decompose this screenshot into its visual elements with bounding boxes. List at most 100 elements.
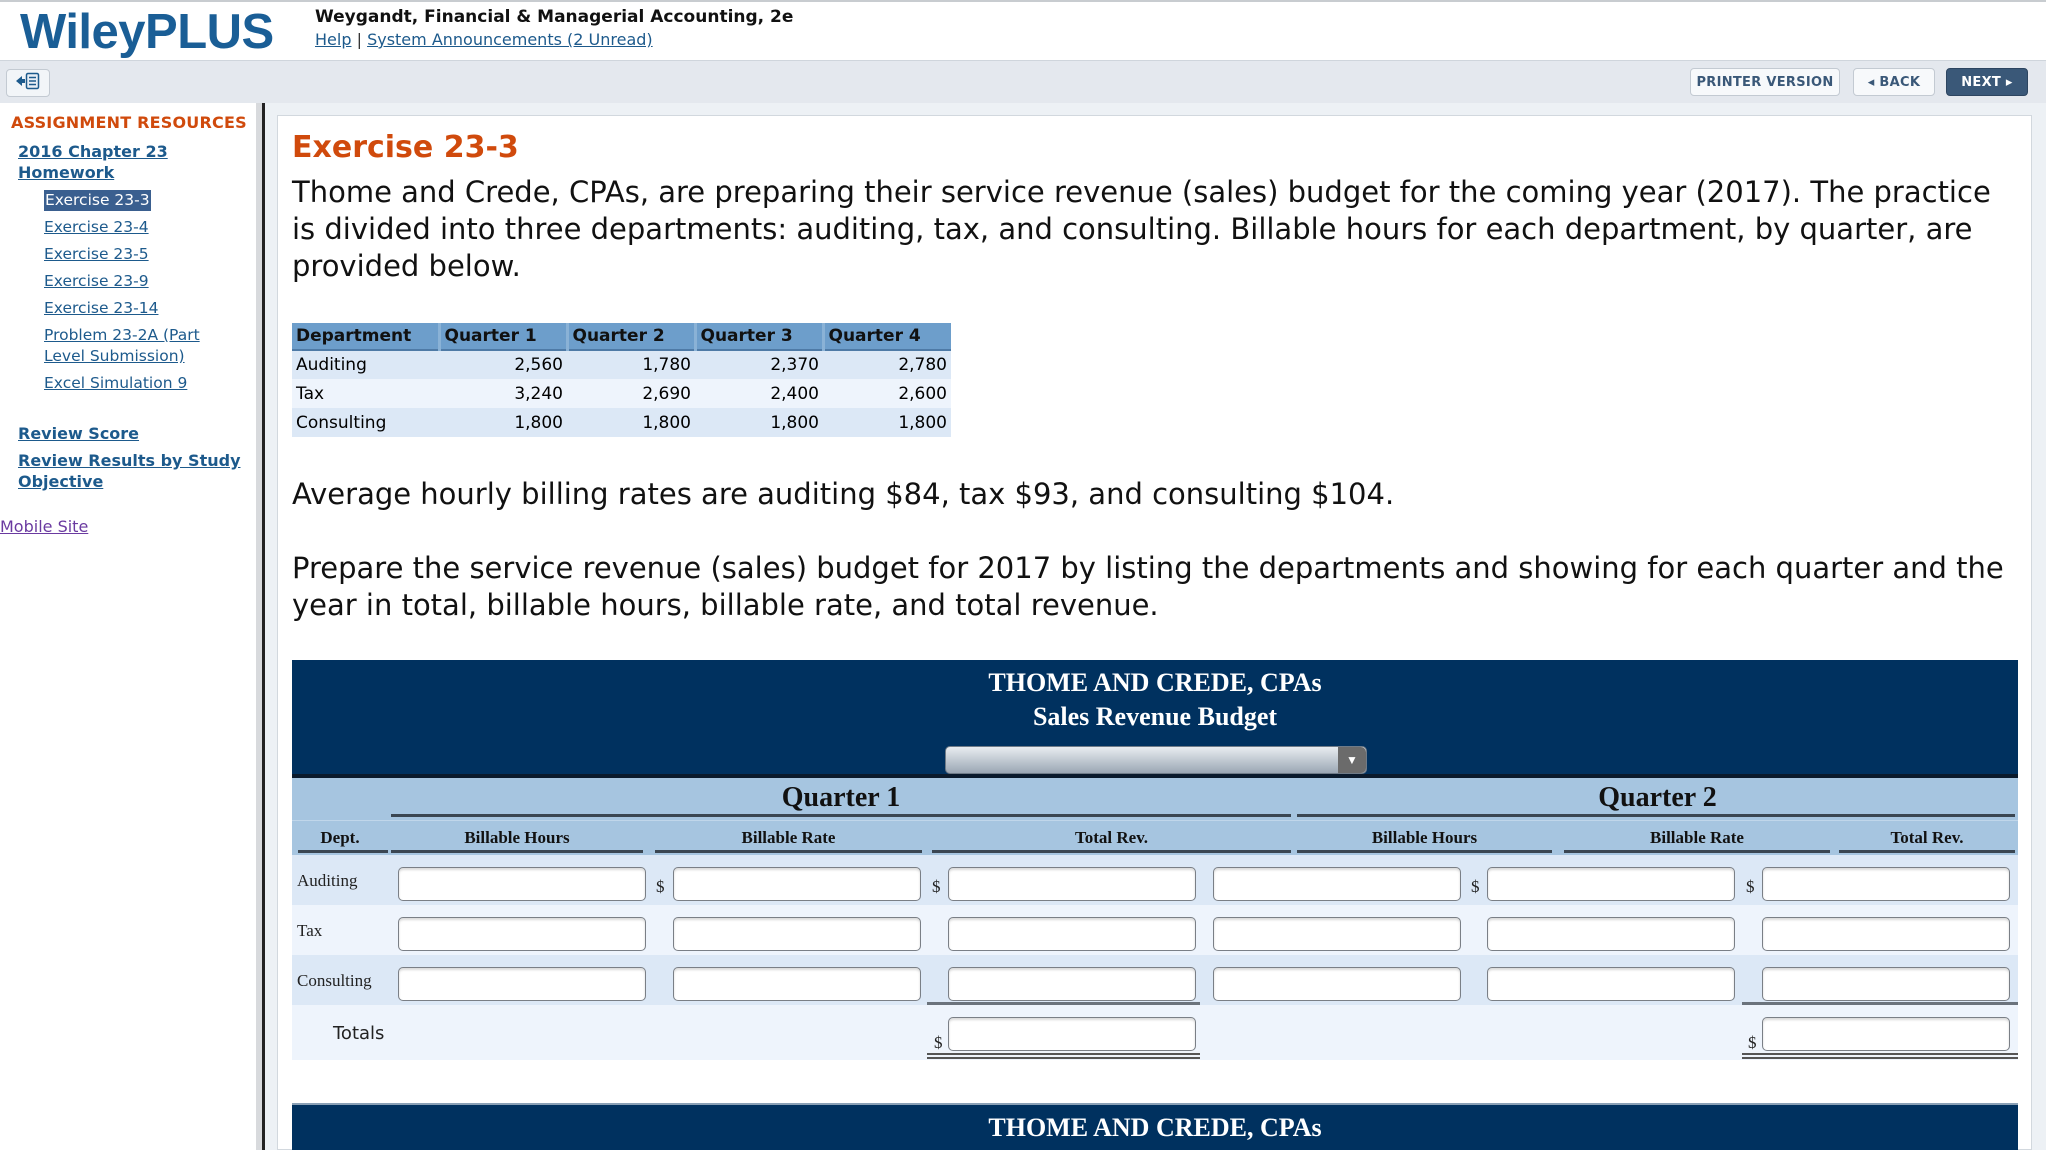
q1-consulting-rate-input[interactable] (673, 967, 921, 1001)
table-row: Tax 3,240 2,690 2,400 2,600 (292, 379, 951, 408)
announcements-link[interactable]: System Announcements (2 Unread) (367, 30, 653, 49)
wileyplus-logo[interactable]: WileyPLUS (20, 4, 274, 60)
q2-billable-hours-header: Billable Hours (1371, 828, 1478, 847)
currency-symbol: $ (1471, 877, 1480, 896)
rule (298, 850, 388, 853)
table-row: Consulting 1,800 1,800 1,800 1,800 (292, 408, 951, 437)
rule (1839, 850, 2015, 853)
printer-version-button[interactable]: PRINTER VERSION (1690, 68, 1840, 96)
table-cell: 2,400 (695, 379, 823, 408)
budget-row-tax: Tax (292, 905, 2018, 955)
q2-billable-rate-header: Billable Rate (1650, 828, 1744, 847)
table-cell: Consulting (292, 408, 439, 437)
q1-auditing-hours-input[interactable] (398, 867, 646, 901)
dept-header: Dept. (320, 828, 360, 847)
company-name: THOME AND CREDE, CPAs (988, 668, 1322, 697)
q1-consulting-total-input[interactable] (948, 967, 1196, 1001)
q2-auditing-rate-input[interactable] (1487, 867, 1735, 901)
table-cell: 1,800 (439, 408, 567, 437)
sidebar-item-problem-23-2a[interactable]: Problem 23-2A (Part Level Submission) (44, 325, 244, 367)
q1-tax-hours-input[interactable] (398, 917, 646, 951)
q1-consulting-hours-input[interactable] (398, 967, 646, 1001)
sidebar-item-exercise-23-5[interactable]: Exercise 23-5 (44, 244, 244, 265)
collapse-sidebar-button[interactable] (6, 69, 50, 97)
back-button[interactable]: ◂ BACK (1853, 68, 1935, 96)
table-cell: 2,690 (567, 379, 695, 408)
quarter-2-label: Quarter 2 (1598, 782, 1717, 813)
table-cell: 1,780 (567, 350, 695, 379)
sidebar-resize-handle[interactable] (256, 103, 265, 1150)
q2-tax-rate-input[interactable] (1487, 917, 1735, 951)
table-cell: 1,800 (695, 408, 823, 437)
review-results-link[interactable]: Review Results by Study Objective (18, 450, 248, 492)
column-header: Quarter 1 (437, 323, 567, 351)
q1-billable-rate-header: Billable Rate (741, 828, 836, 847)
q2-total-rev-header: Total Rev. (1890, 828, 1964, 847)
row-label: Tax (297, 921, 323, 940)
budget-row-consulting: Consulting (292, 955, 2018, 1005)
q2-tax-hours-input[interactable] (1213, 917, 1461, 951)
q2-consulting-total-input[interactable] (1762, 967, 2010, 1001)
rule (391, 850, 643, 853)
table-cell: 2,600 (823, 379, 951, 408)
sidebar-item-exercise-23-3[interactable]: Exercise 23-3 (44, 190, 151, 211)
company-name: THOME AND CREDE, CPAs (988, 1113, 1322, 1142)
column-header: Quarter 3 (693, 323, 823, 351)
currency-symbol: $ (1746, 877, 1755, 896)
rule (655, 850, 922, 853)
budget-header-2: THOME AND CREDE, CPAs (292, 1103, 2018, 1150)
sidebar-item-exercise-23-14[interactable]: Exercise 23-14 (44, 298, 244, 319)
sidebar-item-excel-simulation-9[interactable]: Excel Simulation 9 (44, 373, 244, 394)
totals-label: Totals (333, 1023, 385, 1044)
q1-total-revenue-input[interactable] (948, 1017, 1196, 1051)
budget-title: Sales Revenue Budget (1032, 702, 1278, 731)
budget-header: THOME AND CREDE, CPAs Sales Revenue Budg… (292, 660, 2018, 778)
q2-auditing-hours-input[interactable] (1213, 867, 1461, 901)
q2-tax-total-input[interactable] (1762, 917, 2010, 951)
quarter-header-row: Quarter 1 Quarter 2 (292, 778, 2018, 820)
currency-symbol: $ (656, 877, 665, 896)
q2-consulting-rate-input[interactable] (1487, 967, 1735, 1001)
sidebar-item-exercise-23-4[interactable]: Exercise 23-4 (44, 217, 244, 238)
currency-symbol: $ (1748, 1033, 1757, 1052)
sales-revenue-budget: THOME AND CREDE, CPAs Sales Revenue Budg… (292, 660, 2018, 1060)
q1-auditing-total-input[interactable] (948, 867, 1196, 901)
column-header-row: Dept. Billable Hours Billable Rate Total… (292, 820, 2018, 855)
review-score-link[interactable]: Review Score (18, 423, 248, 444)
sidebar-item-exercise-23-9[interactable]: Exercise 23-9 (44, 271, 244, 292)
q1-auditing-rate-input[interactable] (673, 867, 921, 901)
next-button[interactable]: NEXT ▸ (1946, 68, 2028, 96)
table-cell: 1,800 (567, 408, 695, 437)
q1-tax-rate-input[interactable] (673, 917, 921, 951)
table-header-row: Department Quarter 1 Quarter 2 Quarter 3… (292, 323, 951, 351)
row-label: Auditing (297, 871, 358, 890)
assignment-item-list: Exercise 23-3 Exercise 23-4 Exercise 23-… (44, 190, 244, 400)
sidebar: ASSIGNMENT RESOURCES 2016 Chapter 23 Hom… (0, 103, 256, 1150)
rule (1297, 814, 2015, 817)
help-link[interactable]: Help (315, 30, 351, 49)
assignment-link[interactable]: 2016 Chapter 23 Homework (18, 141, 218, 183)
rule (391, 814, 1291, 817)
q2-auditing-total-input[interactable] (1762, 867, 2010, 901)
q1-total-rev-header: Total Rev. (1074, 828, 1149, 847)
dropdown-arrow-icon: ▼ (1338, 747, 1366, 773)
q2-total-revenue-input[interactable] (1762, 1017, 2010, 1051)
mobile-site-link[interactable]: Mobile Site (0, 517, 88, 536)
table-cell: 2,560 (439, 350, 567, 379)
assignment-resources-heading: ASSIGNMENT RESOURCES (11, 113, 247, 132)
period-select[interactable]: ▼ (945, 746, 1367, 774)
course-title: Weygandt, Financial & Managerial Account… (315, 7, 794, 27)
rule (932, 850, 1291, 853)
q2-consulting-hours-input[interactable] (1213, 967, 1461, 1001)
q1-tax-total-input[interactable] (948, 917, 1196, 951)
column-header: Department (292, 323, 439, 351)
column-header: Quarter 4 (821, 323, 951, 351)
rule (1564, 850, 1830, 853)
header-links: Help | System Announcements (2 Unread) (315, 30, 653, 49)
table-cell: 3,240 (439, 379, 567, 408)
total-double-rule (927, 1053, 1200, 1059)
table-cell: Tax (292, 379, 439, 408)
exercise-title: Exercise 23-3 (292, 130, 519, 165)
column-header: Quarter 2 (565, 323, 695, 351)
row-label: Consulting (297, 971, 372, 990)
